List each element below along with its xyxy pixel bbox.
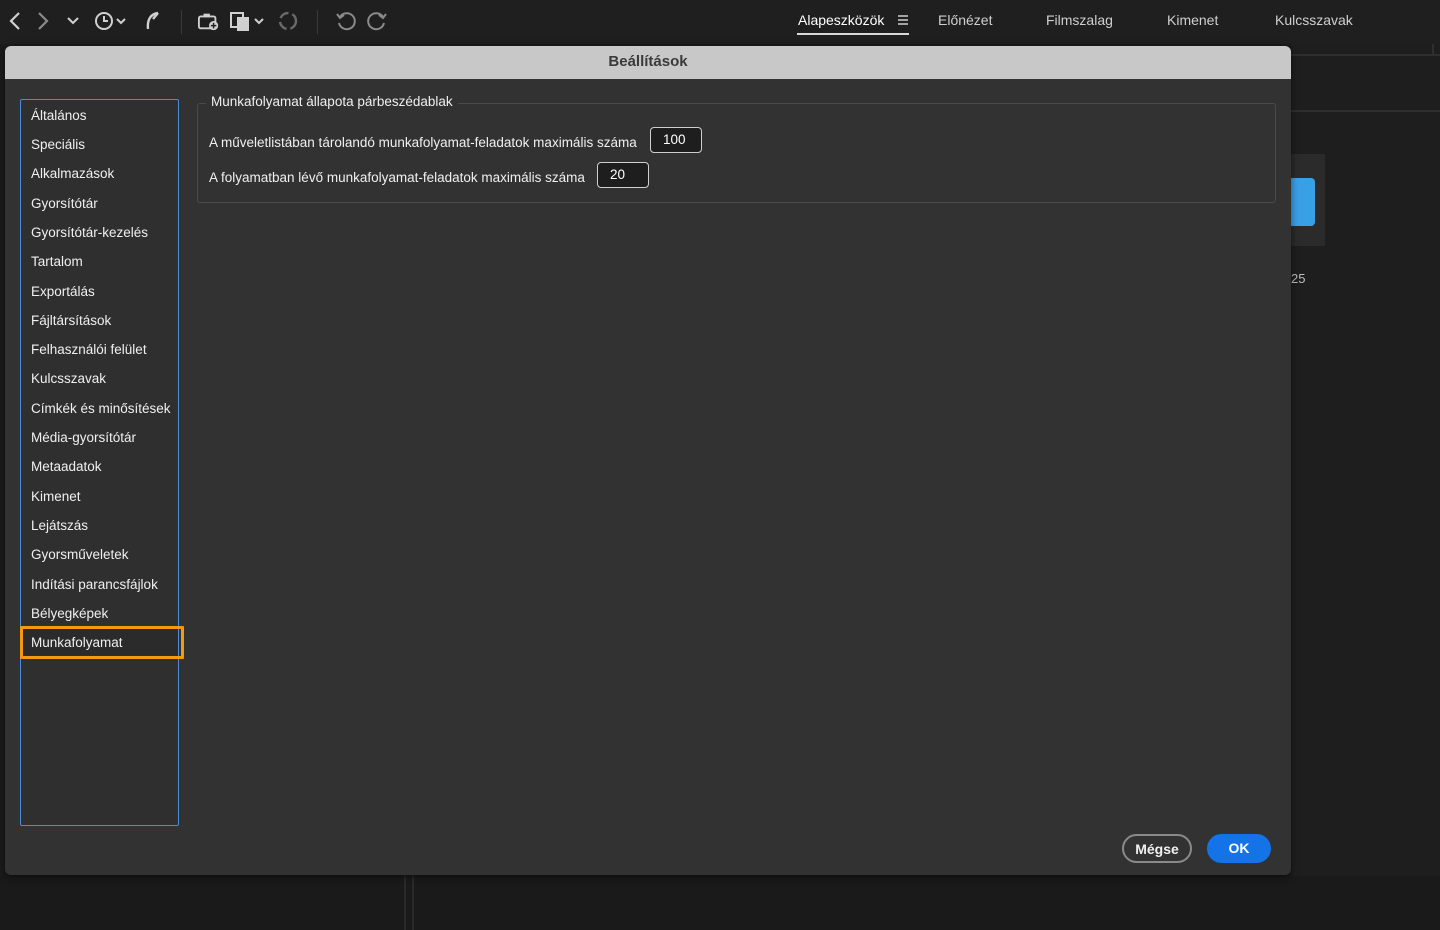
background-bottom-panels bbox=[0, 876, 1440, 930]
max-tasks-in-progress-input[interactable] bbox=[597, 162, 649, 188]
workspace-tab-keywords[interactable]: Kulcsszavak bbox=[1275, 12, 1353, 28]
history-icon[interactable] bbox=[93, 10, 129, 32]
group-title: Munkafolyamat állapota párbeszédablak bbox=[206, 94, 458, 109]
max-tasks-in-list-label: A műveletlistában tárolandó munkafolyama… bbox=[209, 135, 637, 150]
category-item[interactable]: Gyorsítótár bbox=[31, 196, 98, 211]
category-item-selected[interactable]: Munkafolyamat bbox=[31, 635, 123, 650]
toolbar-separator bbox=[317, 10, 318, 34]
workspace-menu-icon[interactable] bbox=[897, 13, 911, 29]
app-toolbar: Alapeszközök Előnézet Filmszalag Kimenet… bbox=[0, 0, 1440, 44]
category-item[interactable]: Általános bbox=[31, 108, 87, 123]
category-item[interactable]: Exportálás bbox=[31, 284, 95, 299]
chevron-down-icon[interactable] bbox=[62, 10, 84, 32]
copy-icon[interactable] bbox=[230, 10, 266, 32]
background-divider bbox=[1291, 54, 1440, 56]
dialog-title: Beállítások bbox=[5, 46, 1291, 79]
category-item[interactable]: Felhasználói felület bbox=[31, 342, 147, 357]
category-item[interactable]: Lejátszás bbox=[31, 518, 88, 533]
background-divider bbox=[1291, 110, 1440, 112]
category-item[interactable]: Gyorsítótár-kezelés bbox=[31, 225, 148, 240]
max-tasks-in-progress-label: A folyamatban lévő munkafolyamat-feladat… bbox=[209, 170, 585, 185]
category-item[interactable]: Média-gyorsítótár bbox=[31, 430, 136, 445]
category-item[interactable]: Tartalom bbox=[31, 254, 83, 269]
category-item[interactable]: Címkék és minősítések bbox=[31, 401, 171, 416]
toolbar-separator bbox=[181, 10, 182, 34]
workspace-tab-essentials[interactable]: Alapeszközök bbox=[798, 12, 884, 28]
panel-divider bbox=[404, 876, 406, 930]
category-item[interactable]: Fájltársítások bbox=[31, 313, 111, 328]
max-tasks-in-list-input[interactable] bbox=[650, 127, 702, 153]
refine-icon[interactable] bbox=[277, 10, 299, 32]
thumbnail-label: 25 bbox=[1291, 271, 1306, 286]
workflow-status-group bbox=[197, 103, 1276, 203]
workspace-tab-output[interactable]: Kimenet bbox=[1167, 12, 1218, 28]
category-list[interactable]: Általános Speciális Alkalmazások Gyorsít… bbox=[20, 99, 179, 826]
forward-icon[interactable] bbox=[32, 10, 54, 32]
active-tab-indicator bbox=[797, 33, 909, 35]
workspace-tab-preview[interactable]: Előnézet bbox=[938, 12, 992, 28]
cancel-button[interactable]: Mégse bbox=[1122, 834, 1192, 863]
category-item[interactable]: Gyorsműveletek bbox=[31, 547, 129, 562]
category-item[interactable]: Bélyegképek bbox=[31, 606, 108, 621]
panel-divider bbox=[412, 876, 414, 930]
category-item[interactable]: Kulcsszavak bbox=[31, 371, 106, 386]
category-item[interactable]: Metaadatok bbox=[31, 459, 102, 474]
rotate-right-icon[interactable] bbox=[366, 10, 388, 32]
back-icon[interactable] bbox=[4, 10, 26, 32]
camera-import-icon[interactable] bbox=[198, 10, 220, 32]
category-item[interactable]: Alkalmazások bbox=[31, 166, 114, 181]
preferences-dialog: Beállítások Általános Speciális Alkalmaz… bbox=[5, 46, 1291, 875]
folder-icon bbox=[1291, 178, 1315, 226]
workspace-tab-filmstrip[interactable]: Filmszalag bbox=[1046, 12, 1113, 28]
ok-button[interactable]: OK bbox=[1207, 834, 1271, 863]
boomerang-icon[interactable] bbox=[142, 10, 164, 32]
rotate-left-icon[interactable] bbox=[335, 10, 357, 32]
category-item[interactable]: Kimenet bbox=[31, 489, 81, 504]
category-item[interactable]: Speciális bbox=[31, 137, 85, 152]
category-item[interactable]: Indítási parancsfájlok bbox=[31, 577, 158, 592]
